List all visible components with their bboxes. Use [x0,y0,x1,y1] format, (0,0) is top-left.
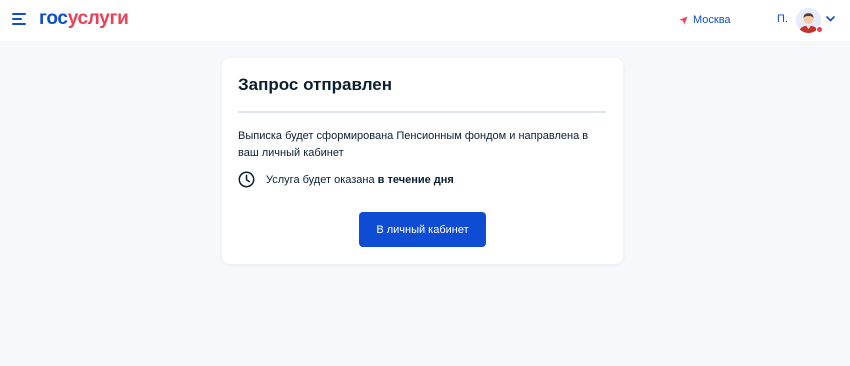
location-arrow-icon [679,15,688,25]
notification-dot [816,26,823,33]
clock-icon [238,171,255,188]
location-label: Москва [693,14,731,26]
logo-part-uslugi: услуги [67,8,129,29]
request-sent-card: Запрос отправлен Выписка будет сформиров… [222,58,623,264]
divider [238,111,606,113]
card-description: Выписка будет сформирована Пенсионным фо… [238,130,589,159]
service-term-line: Услуга будет оказана в течение дня [266,173,454,187]
gosuslugi-logo[interactable]: госуслуги [39,8,129,30]
logo-part-gos: гос [39,8,68,29]
user-name[interactable]: П. [777,13,788,25]
service-term-value: в течение дня [377,174,454,186]
top-header: госуслуги Москва П. [0,0,850,41]
card-title: Запрос отправлен [238,75,393,94]
menu-icon[interactable] [12,13,28,27]
location-selector[interactable]: Москва [679,13,731,27]
chevron-down-icon[interactable] [826,16,835,22]
personal-cabinet-button[interactable]: В личный кабинет [359,212,486,247]
service-term-prefix: Услуга будет оказана [266,174,378,186]
